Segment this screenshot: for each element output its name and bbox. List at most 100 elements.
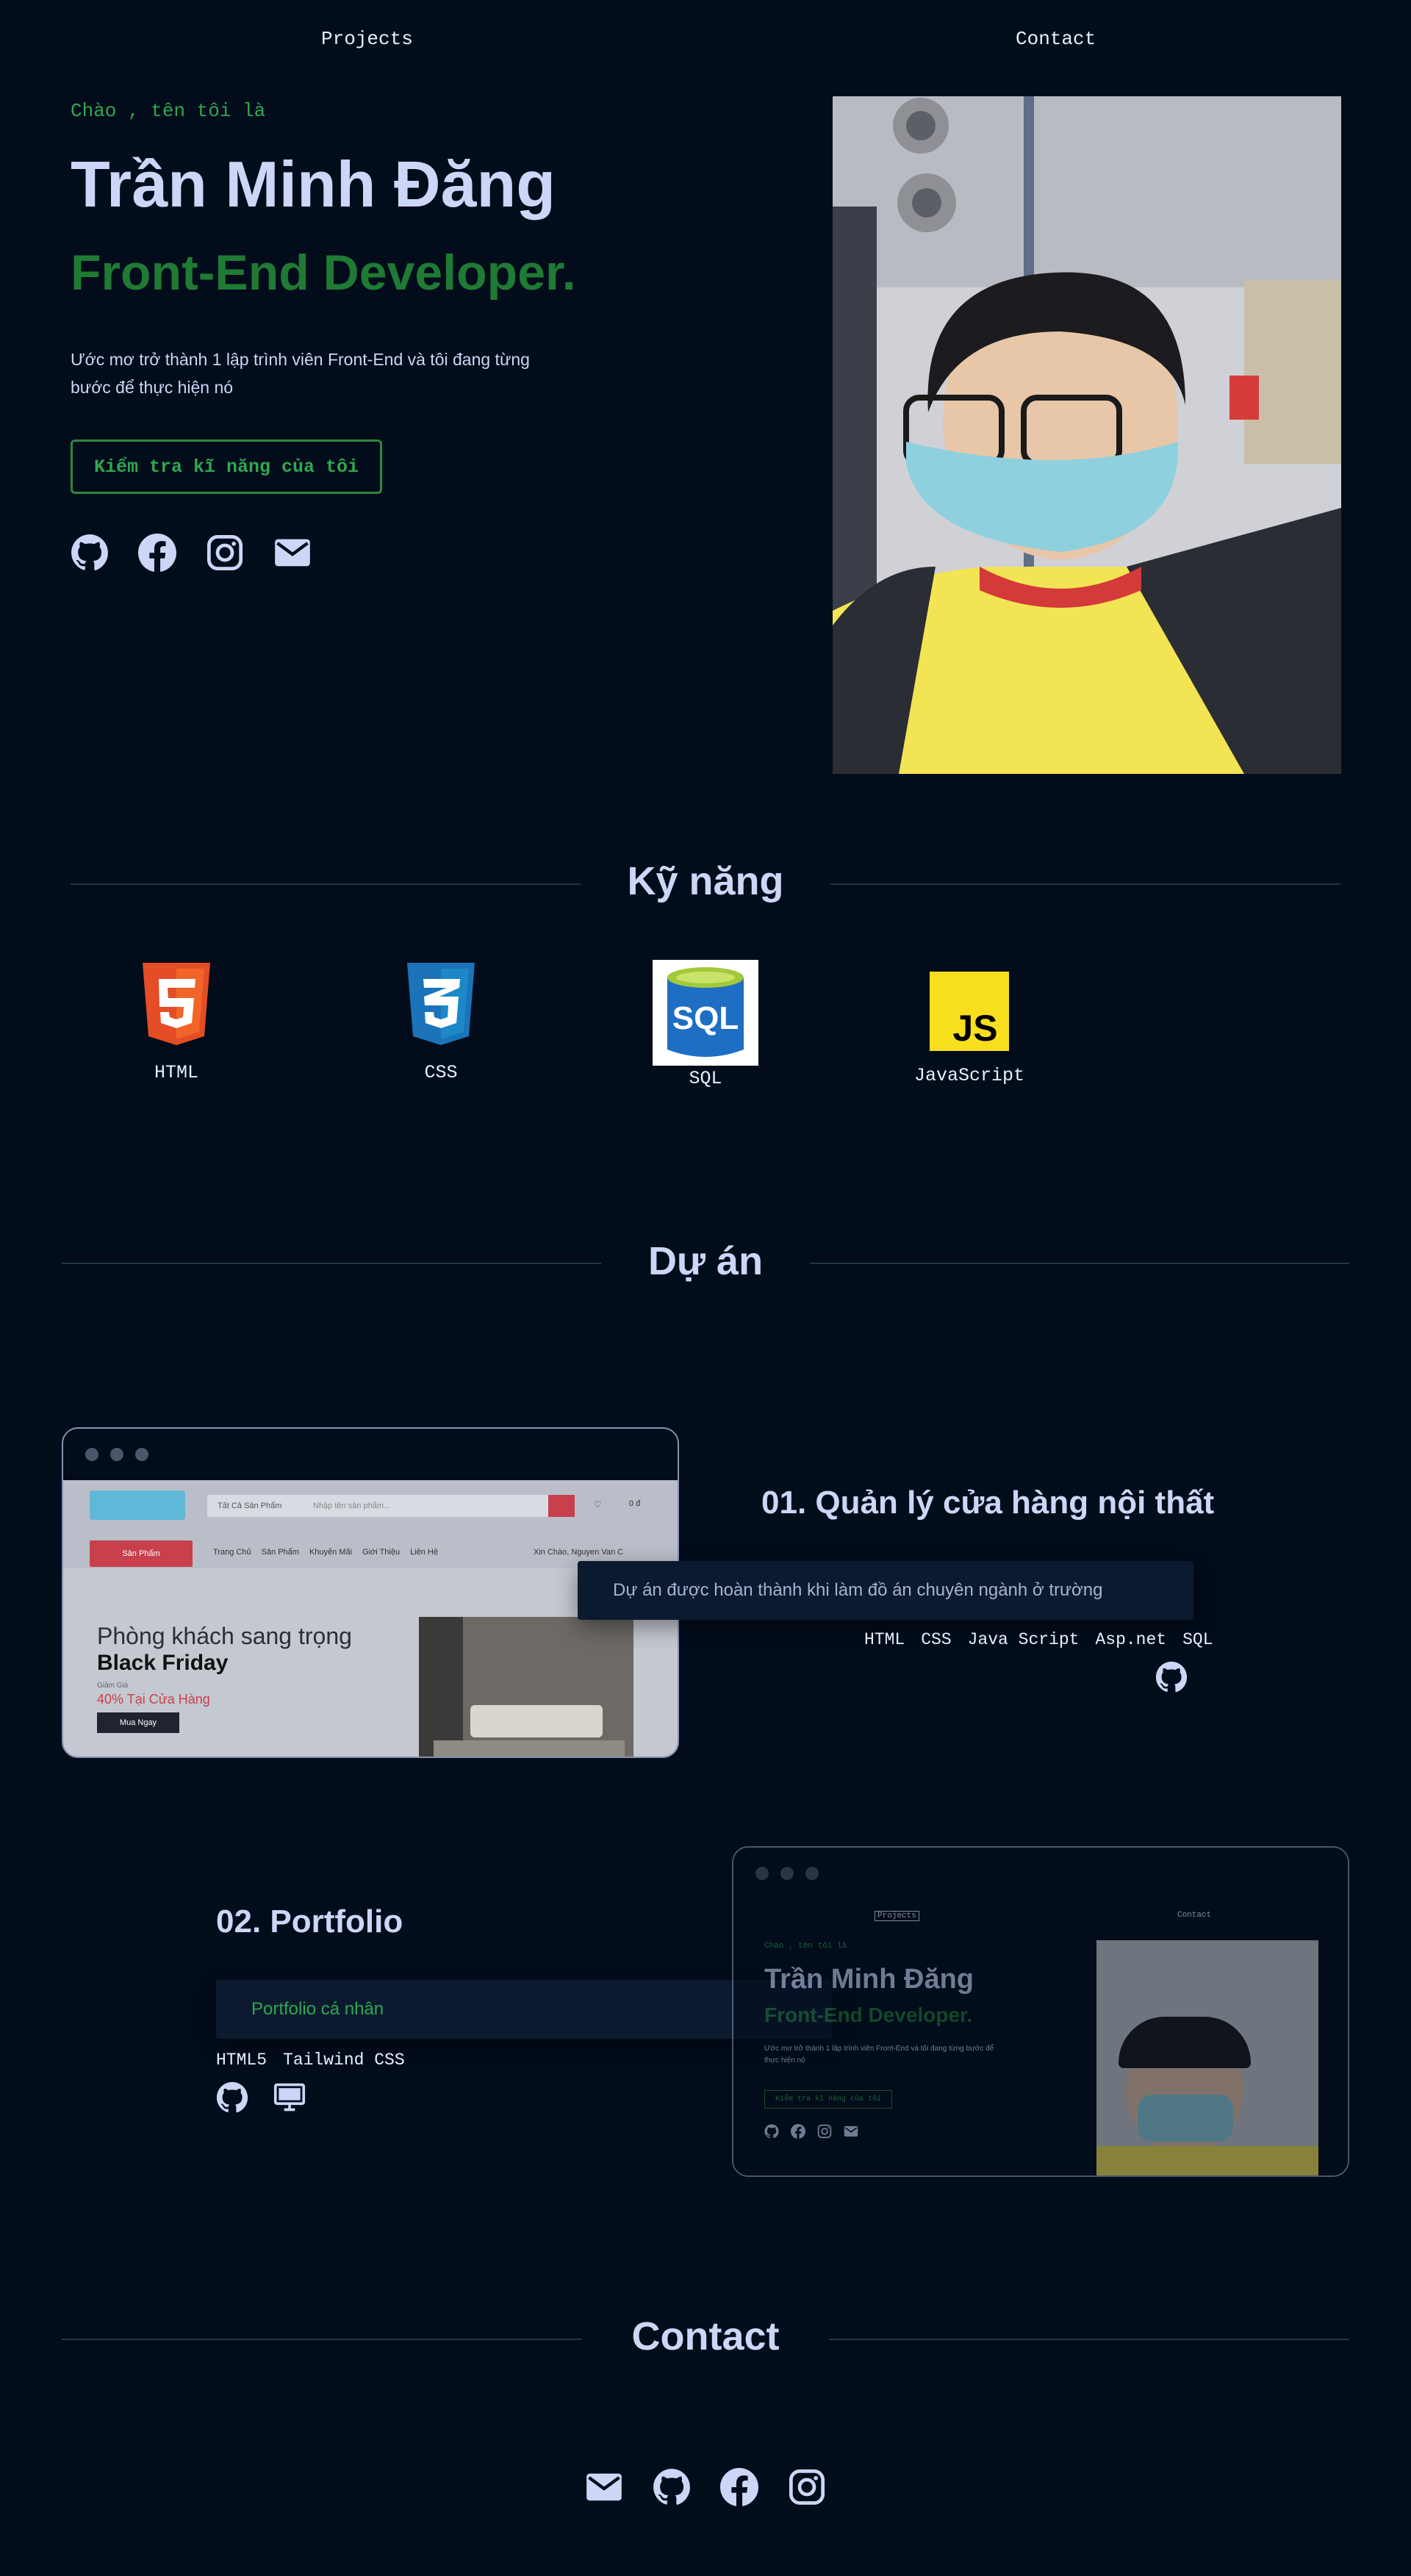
cart-total: 0 đ: [629, 1499, 641, 1508]
github-icon[interactable]: [216, 2081, 248, 2117]
project-2-title: 02. Portfolio: [216, 1904, 403, 1940]
check-skills-button[interactable]: Kiểm tra kĩ năng của tôi: [71, 440, 382, 494]
live-demo-icon[interactable]: [272, 2081, 307, 2117]
window-dot: [780, 1867, 794, 1880]
facebook-icon[interactable]: [720, 2468, 758, 2506]
preview-role: Front-End Developer.: [764, 2003, 973, 2026]
tech-item: CSS: [921, 1630, 952, 1649]
css3-icon: [407, 963, 475, 1045]
store-nav-item: Sản Phẩm: [261, 1548, 299, 1557]
store-menu-button: Sản Phẩm: [90, 1540, 193, 1567]
html5-icon: [143, 963, 210, 1045]
contact-title: Contact: [631, 2314, 780, 2358]
github-icon[interactable]: [1155, 1661, 1188, 1697]
project-1-description: Dự án được hoàn thành khi làm đồ án chuy…: [578, 1561, 1193, 1620]
projects-title: Dự án: [647, 1239, 764, 1283]
instagram-icon: [817, 2124, 832, 2139]
contact-divider-left: [62, 2339, 582, 2340]
banner-title: Phòng khách sang trọng: [97, 1623, 352, 1649]
instagram-icon[interactable]: [206, 534, 244, 572]
banner-small-text: Giảm Giá: [97, 1682, 129, 1690]
tech-item: Tailwind CSS: [283, 2051, 405, 2070]
facebook-icon: [791, 2124, 805, 2139]
projects-divider-right: [810, 1263, 1349, 1264]
heart-icon: ♡: [594, 1499, 602, 1510]
contact-divider-right: [829, 2339, 1349, 2340]
tech-item: Java Script: [967, 1630, 1080, 1649]
mail-icon[interactable]: [585, 2468, 623, 2506]
banner-subtitle: Black Friday: [97, 1651, 229, 1675]
skills-divider-left: [71, 883, 581, 885]
preview-greeting: Chào , tên tôi là: [764, 1942, 847, 1951]
nav-contact-link[interactable]: Contact: [1016, 28, 1096, 50]
profile-photo: [833, 96, 1341, 774]
browser-bar: [63, 1429, 678, 1480]
mail-icon[interactable]: [273, 534, 312, 572]
preview-name: Trần Minh Đăng: [764, 1964, 974, 1995]
window-dot: [805, 1867, 819, 1880]
store-nav-item: Trang Chủ: [213, 1548, 251, 1557]
window-dot: [85, 1448, 98, 1461]
preview-socials: [764, 2124, 858, 2139]
window-dot: [135, 1448, 148, 1461]
skill-css: CSS: [367, 960, 514, 1083]
tech-item: HTML5: [216, 2051, 268, 2070]
preview-description: Ước mơ trở thành 1 lập trình viên Front-…: [764, 2045, 994, 2064]
nav-projects-link[interactable]: Projects: [321, 28, 413, 50]
search-category: Tất Cả Sản Phẩm: [218, 1502, 282, 1510]
store-search-bar: Tất Cả Sản Phẩm Nhập tên sản phẩm...: [207, 1495, 575, 1517]
hero-role: Front-End Developer.: [71, 245, 576, 301]
search-button: [548, 1495, 575, 1517]
banner-discount: 40% Tại Cửa Hàng: [97, 1692, 210, 1707]
search-placeholder: Nhập tên sản phẩm...: [313, 1502, 391, 1510]
projects-divider-left: [62, 1263, 601, 1264]
skills-divider-right: [830, 883, 1340, 885]
skill-label: CSS: [424, 1062, 458, 1083]
store-nav-item: Giới Thiệu: [362, 1548, 401, 1557]
project-1-tech-list: HTML CSS Java Script Asp.net SQL: [864, 1630, 1213, 1649]
living-room-image: [419, 1617, 633, 1757]
preview-nav-projects: Projects: [875, 1911, 919, 1921]
skills-title: Kỹ năng: [627, 859, 784, 903]
preview-photo: [1096, 1940, 1318, 2175]
facebook-icon[interactable]: [138, 534, 176, 572]
tech-item: SQL: [1182, 1630, 1213, 1649]
store-nav-item: Khuyến Mãi: [309, 1548, 353, 1557]
preview-nav-contact: Contact: [1177, 1911, 1212, 1920]
window-dot: [755, 1867, 769, 1880]
github-icon[interactable]: [653, 2468, 691, 2506]
store-nav-item: Liên Hệ: [410, 1548, 438, 1557]
javascript-icon: JS: [930, 972, 1009, 1051]
skill-sql: SQL SQL: [632, 960, 779, 1089]
skill-label: HTML: [154, 1062, 198, 1083]
github-icon[interactable]: [71, 534, 109, 572]
project-2-preview[interactable]: Projects Contact Chào , tên tôi là Trần …: [732, 1846, 1349, 2177]
portfolio-preview: Projects Contact Chào , tên tôi là Trần …: [733, 1899, 1348, 2175]
tech-item: Asp.net: [1095, 1630, 1167, 1649]
hero-name: Trần Minh Đăng: [71, 148, 556, 220]
skill-label: JavaScript: [913, 1065, 1025, 1086]
sql-database-icon: SQL: [653, 960, 758, 1066]
skill-html: HTML: [103, 960, 250, 1083]
skill-javascript: JS JavaScript: [896, 972, 1043, 1086]
hero-social-links: [71, 534, 312, 572]
banner-buy-button: Mua Ngay: [97, 1712, 179, 1733]
browser-bar: [733, 1848, 1348, 1899]
store-logo: [90, 1490, 185, 1520]
hero-greeting: Chào , tên tôi là: [71, 100, 266, 122]
window-dot: [110, 1448, 123, 1461]
hero-description: Ước mơ trở thành 1 lập trình viên Front-…: [71, 350, 530, 397]
mail-icon: [844, 2124, 858, 2139]
tech-item: HTML: [864, 1630, 905, 1649]
preview-cta: Kiểm tra kĩ năng của tôi: [764, 2090, 893, 2109]
skill-label: SQL: [689, 1068, 722, 1089]
contact-links: [585, 2468, 826, 2506]
store-user-greeting: Xin Chào, Nguyen Van C: [534, 1548, 624, 1557]
project-2-tech-list: HTML5 Tailwind CSS: [216, 2051, 405, 2070]
store-nav: Trang Chủ Sản Phẩm Khuyến Mãi Giới Thiệu…: [213, 1548, 438, 1557]
github-icon: [764, 2124, 779, 2139]
svg-text:SQL: SQL: [672, 1000, 739, 1036]
instagram-icon[interactable]: [788, 2468, 826, 2506]
project-1-title: 01. Quản lý cửa hàng nội thất: [761, 1485, 1215, 1521]
svg-text:JS: JS: [952, 1008, 997, 1049]
